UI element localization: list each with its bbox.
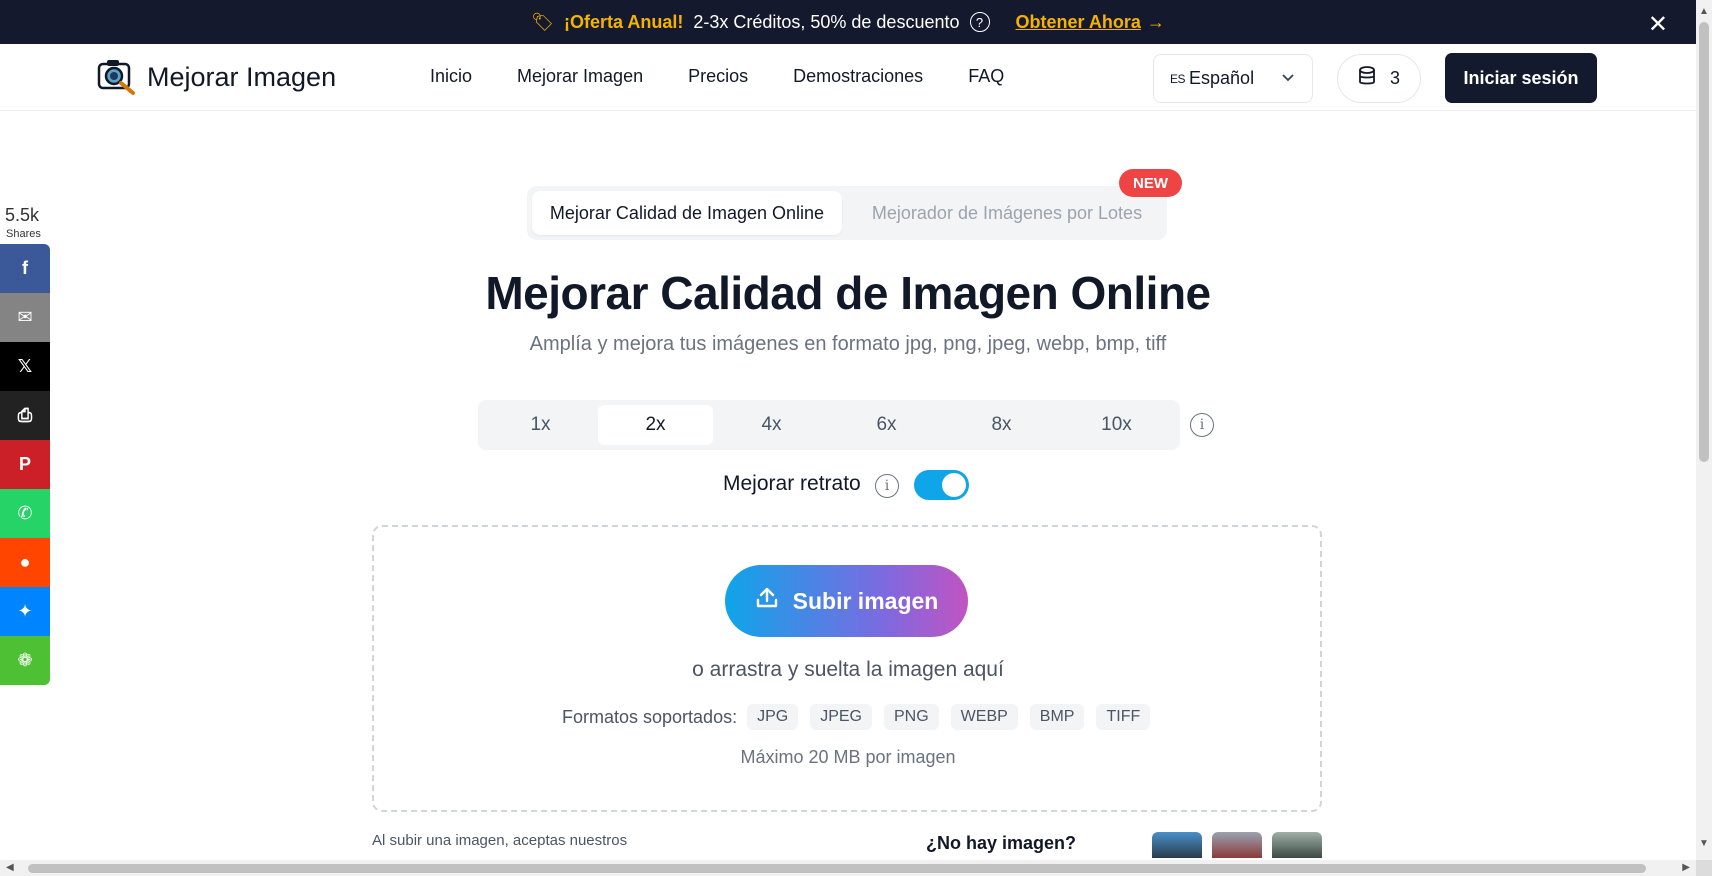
scale-info-icon[interactable]: i	[1190, 413, 1214, 437]
nav-inicio[interactable]: Inicio	[430, 66, 472, 87]
scale-option-4x[interactable]: 4x	[714, 405, 829, 445]
chevron-down-icon	[1280, 69, 1296, 90]
site-header: Mejorar Imagen Inicio Mejorar Imagen Pre…	[0, 44, 1696, 111]
sample-image-1[interactable]	[1152, 832, 1202, 858]
format-chip-bmp: BMP	[1029, 704, 1085, 730]
scale-selector: 1x 2x 4x 6x 8x 10x	[478, 400, 1180, 450]
page-title: Mejorar Calidad de Imagen Online	[485, 267, 1211, 319]
database-icon	[1358, 66, 1376, 91]
vertical-scroll-thumb[interactable]	[1699, 22, 1709, 462]
scale-option-1x[interactable]: 1x	[483, 405, 598, 445]
language-label: Español	[1189, 68, 1255, 88]
promo-cta-link[interactable]: Obtener Ahora	[1016, 12, 1141, 33]
messenger-share-button[interactable]: ✦	[0, 587, 50, 636]
format-chip-jpg: JPG	[747, 704, 799, 730]
scroll-right-icon[interactable]: ▶	[1682, 862, 1690, 873]
whatsapp-share-button[interactable]: ✆	[0, 489, 50, 538]
scroll-left-icon[interactable]: ◀	[6, 862, 14, 873]
language-select[interactable]: ES Español	[1153, 54, 1313, 103]
scale-option-2x[interactable]: 2x	[598, 405, 713, 445]
scroll-down-icon[interactable]: ▼	[1699, 838, 1709, 849]
format-chip-webp: WEBP	[950, 704, 1018, 730]
horizontal-scrollbar[interactable]: ◀ ▶	[0, 860, 1696, 876]
help-icon[interactable]: ?	[969, 12, 990, 32]
mode-tabs: Mejorar Calidad de Imagen Online Mejorad…	[527, 186, 1167, 240]
tab-batch-enhancer[interactable]: Mejorador de Imágenes por Lotes	[857, 191, 1157, 235]
messenger-icon: ✦	[17, 601, 33, 621]
credits-button[interactable]: 3	[1337, 54, 1421, 103]
portrait-info-icon[interactable]: i	[875, 474, 899, 498]
main-nav: Inicio Mejorar Imagen Precios Demostraci…	[430, 66, 1049, 87]
scale-option-10x[interactable]: 10x	[1059, 405, 1174, 445]
format-chip-tiff: TIFF	[1096, 704, 1151, 730]
new-badge: NEW	[1119, 169, 1182, 197]
whatsapp-icon: ✆	[17, 503, 33, 523]
scroll-up-icon[interactable]: ▲	[1699, 6, 1709, 17]
credits-count: 3	[1389, 68, 1400, 88]
close-icon[interactable]: ✕	[1648, 10, 1668, 39]
supported-formats: Formatos soportados: JPG JPEG PNG WEBP B…	[562, 704, 1162, 730]
print-icon: ⎙	[17, 405, 33, 425]
tag-icon: 🏷	[531, 11, 554, 32]
upload-button[interactable]: Subir imagen	[725, 565, 968, 637]
reddit-share-button[interactable]: ●	[0, 538, 50, 587]
horizontal-scroll-thumb[interactable]	[28, 864, 1646, 873]
promo-offer: ¡Oferta Anual!	[563, 11, 684, 32]
nav-demostraciones[interactable]: Demostraciones	[793, 66, 923, 87]
format-chip-png: PNG	[884, 704, 939, 730]
portrait-toggle[interactable]	[914, 470, 969, 500]
promo-description: 2-3x Créditos, 50% de descuento	[693, 11, 960, 32]
shares-count: 5.5k	[5, 205, 40, 225]
sample-image-2[interactable]	[1212, 832, 1262, 858]
formats-label: Formatos soportados:	[562, 706, 738, 727]
sample-image-3[interactable]	[1272, 832, 1322, 858]
reddit-icon: ●	[19, 552, 31, 572]
language-code: ES	[1170, 71, 1186, 86]
max-size-note: Máximo 20 MB por imagen	[740, 747, 956, 767]
terms-notice: Al subir una imagen, aceptas nuestros	[372, 832, 628, 849]
upload-icon	[755, 586, 779, 616]
logo-icon	[97, 58, 137, 96]
toggle-knob	[942, 473, 966, 497]
scale-option-8x[interactable]: 8x	[944, 405, 1059, 445]
logo-text: Mejorar Imagen	[147, 61, 337, 92]
no-image-label: ¿No hay imagen?	[926, 833, 1077, 853]
x-icon: 𝕏	[17, 356, 33, 376]
format-chip-jpeg: JPEG	[810, 704, 872, 730]
pinterest-icon: P	[18, 454, 31, 474]
tab-online-enhancer[interactable]: Mejorar Calidad de Imagen Online	[532, 191, 842, 235]
logo[interactable]: Mejorar Imagen	[97, 58, 336, 96]
nav-mejorar-imagen[interactable]: Mejorar Imagen	[517, 66, 643, 87]
shares-label: Shares	[6, 228, 41, 240]
nav-faq[interactable]: FAQ	[968, 66, 1004, 87]
drag-drop-hint: o arrastra y suelta la imagen aquí	[692, 658, 1004, 681]
vertical-scrollbar[interactable]: ▲ ▼	[1696, 0, 1712, 876]
nav-precios[interactable]: Precios	[688, 66, 748, 87]
print-share-button[interactable]: ⎙	[0, 391, 50, 440]
upload-button-label: Subir imagen	[792, 587, 939, 614]
portrait-label: Mejorar retrato	[723, 472, 861, 495]
arrow-right-icon: →	[1146, 11, 1165, 32]
pinterest-share-button[interactable]: P	[0, 440, 50, 489]
login-button[interactable]: Iniciar sesión	[1445, 53, 1597, 103]
promo-banner: 🏷 ¡Oferta Anual! 2-3x Créditos, 50% de d…	[0, 0, 1696, 44]
scale-option-6x[interactable]: 6x	[829, 405, 944, 445]
scrollbar-corner	[1696, 860, 1712, 876]
page-subtitle: Amplía y mejora tus imágenes en formato …	[529, 333, 1167, 355]
